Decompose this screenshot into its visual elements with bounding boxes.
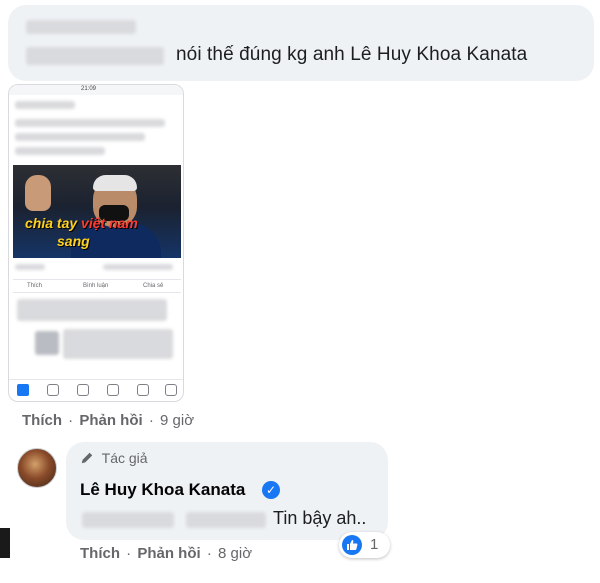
post-photo: chia tay việt nam sang <box>13 165 181 258</box>
blurred-mention <box>26 47 164 65</box>
person-hair <box>93 175 137 191</box>
post-reaction-summary <box>13 262 181 274</box>
reaction-summary[interactable]: 1 <box>339 532 390 558</box>
home-icon <box>17 384 29 396</box>
comment-image-attachment[interactable]: 21:09 chia tay việt nam sang Thích Bình … <box>8 84 184 402</box>
separator: · <box>68 412 74 429</box>
pages-icon <box>107 384 119 396</box>
blurred-post-text-3 <box>15 147 105 155</box>
reply-text: Tin bậy ah.. <box>273 508 367 528</box>
like-thumb-icon <box>342 535 362 555</box>
blurred-reply-prefix-2 <box>186 512 266 528</box>
edge-artifact <box>0 528 10 558</box>
blurred-post-text-2 <box>15 133 145 141</box>
pen-icon <box>81 452 93 464</box>
reply-author-name[interactable]: Lê Huy Khoa Kanata <box>80 480 245 500</box>
author-badge-label: Tác giả <box>101 450 148 466</box>
reaction-count: 1 <box>370 536 379 553</box>
phone-status-bar: 21:09 <box>9 85 183 95</box>
phone-bottom-nav <box>9 379 183 401</box>
raised-hand <box>25 175 51 211</box>
photo-caption-line-1: chia tay việt nam <box>25 215 138 231</box>
like-link[interactable]: Thích <box>22 412 62 429</box>
blurred-comment-2 <box>63 329 173 359</box>
blurred-comment-count <box>103 264 173 270</box>
comment-text: nói thế đúng kg anh Lê Huy Khoa Kanata <box>176 44 528 65</box>
bell-icon <box>137 384 149 396</box>
blurred-post-text-1 <box>15 119 165 127</box>
friends-icon <box>47 384 59 396</box>
reply-meta-row: Thích · Phản hồi · 8 giờ <box>80 545 252 562</box>
status-time: 21:09 <box>81 86 97 92</box>
reply-time[interactable]: 8 giờ <box>218 545 252 562</box>
blurred-reply-prefix-1 <box>82 512 174 528</box>
avatar[interactable] <box>17 448 57 488</box>
post-action-bar: Thích Bình luận Chia sẻ <box>13 279 181 293</box>
separator: · <box>206 545 212 562</box>
blurred-comment-1 <box>17 299 167 321</box>
like-link[interactable]: Thích <box>80 545 120 562</box>
blurred-comment-avatar <box>35 331 59 355</box>
menu-icon <box>165 384 177 396</box>
separator: · <box>126 545 132 562</box>
reply-link[interactable]: Phản hồi <box>79 412 142 429</box>
separator: · <box>148 412 154 429</box>
blurred-reaction-count <box>15 264 45 270</box>
reply-link[interactable]: Phản hồi <box>137 545 200 562</box>
post-like-action: Thích <box>27 283 43 289</box>
author-badge: Tác giả <box>80 450 148 466</box>
blurred-author-name <box>26 20 136 34</box>
watch-icon <box>77 384 89 396</box>
comment-time[interactable]: 9 giờ <box>160 412 194 429</box>
post-comment-action: Bình luận <box>83 283 109 289</box>
comment-meta-row: Thích · Phản hồi · 9 giờ <box>22 412 194 429</box>
photo-caption-line-2: sang <box>57 233 90 249</box>
post-share-action: Chia sẻ <box>143 283 164 289</box>
comment-bubble <box>8 5 594 81</box>
blurred-post-header <box>15 101 75 109</box>
verified-check-icon: ✓ <box>262 481 280 499</box>
